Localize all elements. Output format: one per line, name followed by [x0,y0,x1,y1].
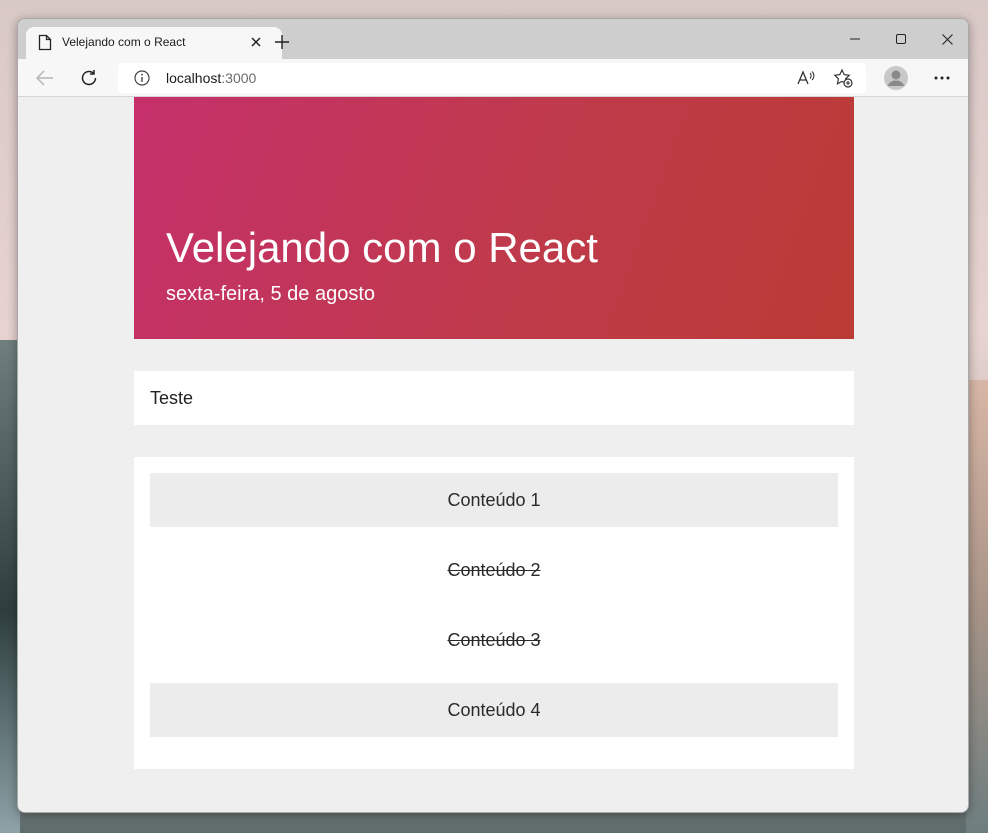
read-aloud-icon[interactable] [796,68,816,88]
hero-header: Velejando com o React sexta-feira, 5 de … [134,97,854,339]
close-icon[interactable] [246,32,266,52]
url-text[interactable]: localhost:3000 [166,70,256,86]
list-item[interactable]: Conteúdo 1 [150,473,838,527]
add-favorite-icon[interactable] [833,68,853,88]
list-item[interactable]: Conteúdo 4 [150,683,838,737]
tab-bar: Velejando com o React [18,19,968,59]
maximize-icon[interactable] [886,27,916,51]
content-list: Conteúdo 1 Conteúdo 2 Conteúdo 3 Conteúd… [134,457,854,769]
url-host: localhost [166,70,222,86]
tab-title: Velejando com o React [62,35,186,49]
browser-window: Velejando com o React localhost:3000 Vel… [17,18,969,813]
list-item[interactable]: Conteúdo 2 [150,543,838,597]
text-input[interactable] [134,371,854,425]
address-bar[interactable]: localhost:3000 [118,63,866,93]
browser-toolbar: localhost:3000 [18,59,968,97]
page-title: Velejando com o React [166,224,598,271]
input-card [134,371,854,425]
plus-icon[interactable] [270,30,294,54]
more-icon[interactable] [929,65,955,91]
url-port: :3000 [221,70,257,86]
page-icon [38,34,52,51]
info-icon[interactable] [134,70,150,86]
profile-icon[interactable] [884,66,908,90]
page-date: sexta-feira, 5 de agosto [166,283,376,305]
list-item[interactable]: Conteúdo 3 [150,613,838,667]
browser-tab[interactable]: Velejando com o React [26,27,282,59]
minimize-icon[interactable] [840,27,870,51]
back-arrow-icon[interactable] [32,65,58,91]
refresh-icon[interactable] [76,65,102,91]
window-close-icon[interactable] [932,27,962,51]
page-viewport: Velejando com o React sexta-feira, 5 de … [18,97,968,812]
desktop-background-right [966,380,988,833]
